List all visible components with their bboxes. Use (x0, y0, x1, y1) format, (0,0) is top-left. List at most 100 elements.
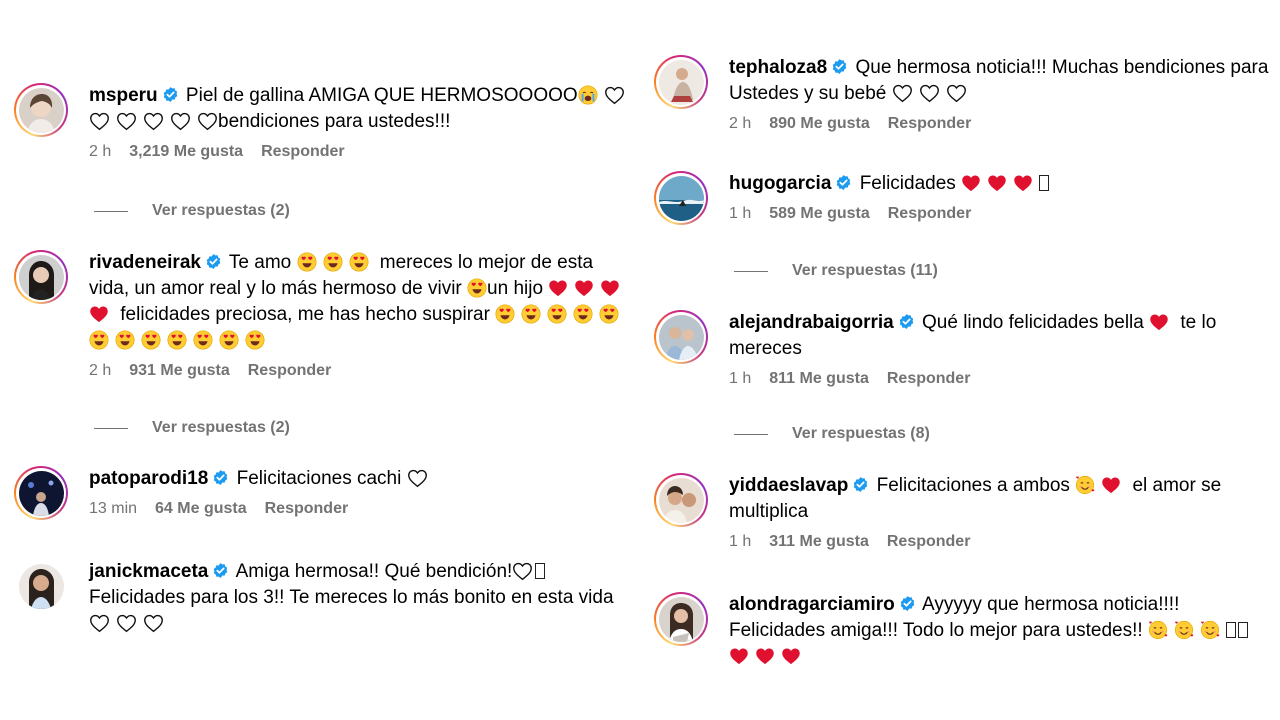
red-heart-icon (729, 646, 749, 666)
reply-button[interactable]: Responder (261, 143, 345, 161)
verified-badge-icon (852, 476, 869, 493)
username[interactable]: patoparodi18 (89, 468, 208, 489)
red-heart-icon (1149, 312, 1169, 332)
comment-text: Qué lindo felicidades bella (922, 312, 1144, 333)
heart-eyes-emoji-icon (349, 252, 369, 272)
username[interactable]: tephaloza8 (729, 57, 827, 78)
timestamp: 1 h (729, 533, 752, 550)
missing-glyph-icon (1225, 622, 1236, 638)
divider (94, 427, 128, 429)
verified-badge-icon (212, 562, 229, 579)
timestamp: 2 h (729, 115, 752, 132)
missing-glyph-icon (1039, 175, 1050, 191)
comment-text: un hijo (487, 278, 544, 299)
username[interactable]: hugogarcia (729, 173, 831, 194)
comment-meta: 2 h 3,219 Me gusta Responder (89, 143, 634, 161)
avatar-janickmaceta[interactable] (14, 559, 68, 613)
comment-text: Felicitaciones a ambos (876, 475, 1070, 496)
view-replies-button[interactable]: Ver respuestas (2) (94, 419, 290, 437)
avatar-yiddaeslavap[interactable] (654, 473, 708, 527)
heart-outline-icon (89, 111, 110, 131)
heart-outline-icon (407, 468, 428, 488)
divider (94, 210, 128, 212)
heart-eyes-emoji-icon (573, 304, 593, 324)
avatar-msperu[interactable] (14, 83, 68, 137)
heart-eyes-emoji-icon (245, 330, 265, 350)
avatar-alejandrabaigorria[interactable] (654, 310, 708, 364)
heart-outline-icon (946, 83, 967, 103)
avatar-image (658, 59, 704, 105)
view-replies-button[interactable]: Ver respuestas (11) (734, 262, 938, 280)
verified-badge-icon (835, 174, 852, 191)
red-heart-icon (548, 278, 568, 298)
heart-outline-icon (892, 83, 913, 103)
heart-eyes-emoji-icon (495, 304, 515, 324)
likes-count[interactable]: 890 Me gusta (769, 115, 869, 133)
username[interactable]: rivadeneirak (89, 252, 201, 273)
likes-count[interactable]: 811 Me gusta (769, 370, 869, 388)
heart-outline-icon (116, 111, 137, 131)
likes-count[interactable]: 311 Me gusta (769, 533, 869, 551)
avatar-image (18, 254, 64, 300)
comment-text: Te amo (228, 252, 292, 273)
heart-eyes-emoji-icon (115, 330, 135, 350)
likes-count[interactable]: 3,219 Me gusta (129, 143, 243, 161)
avatar-image (18, 470, 64, 516)
reply-button[interactable]: Responder (248, 362, 332, 380)
heart-outline-icon (143, 111, 164, 131)
verified-badge-icon (831, 58, 848, 75)
likes-count[interactable]: 589 Me gusta (769, 205, 869, 223)
avatar-rivadeneirak[interactable] (14, 250, 68, 304)
smiling-face-with-hearts-icon (1075, 475, 1095, 495)
red-heart-icon (987, 173, 1007, 193)
heart-eyes-emoji-icon (167, 330, 187, 350)
reply-button[interactable]: Responder (887, 533, 971, 551)
view-replies-label: Ver respuestas (2) (152, 202, 290, 219)
red-heart-icon (961, 173, 981, 193)
timestamp: 1 h (729, 370, 752, 387)
red-heart-icon (1013, 173, 1033, 193)
heart-eyes-emoji-icon (467, 278, 487, 298)
comment-text: Felicidades (859, 173, 956, 194)
red-heart-icon (89, 304, 109, 324)
username[interactable]: alondragarciamiro (729, 594, 895, 615)
heart-eyes-emoji-icon (141, 330, 161, 350)
username[interactable]: alejandrabaigorria (729, 312, 894, 333)
reply-button[interactable]: Responder (887, 370, 971, 388)
likes-count[interactable]: 64 Me gusta (155, 500, 247, 518)
timestamp: 2 h (89, 143, 112, 160)
heart-outline-icon (143, 613, 164, 633)
red-heart-icon (781, 646, 801, 666)
timestamp: 1 h (729, 205, 752, 222)
avatar-patoparodi18[interactable] (14, 466, 68, 520)
heart-outline-icon (919, 83, 940, 103)
username[interactable]: yiddaeslavap (729, 475, 848, 496)
username[interactable]: janickmaceta (89, 561, 208, 582)
heart-eyes-emoji-icon (193, 330, 213, 350)
reply-button[interactable]: Responder (265, 500, 349, 518)
comment-meta: 2 h 890 Me gusta Responder (729, 115, 1274, 133)
view-replies-button[interactable]: Ver respuestas (8) (734, 425, 930, 443)
reply-button[interactable]: Responder (888, 115, 972, 133)
avatar-image (18, 563, 64, 609)
avatar-alondragarciamiro[interactable] (654, 592, 708, 646)
view-replies-button[interactable]: Ver respuestas (2) (94, 202, 290, 220)
heart-outline-icon (170, 111, 191, 131)
likes-count[interactable]: 931 Me gusta (129, 362, 229, 380)
avatar-tephaloza8[interactable] (654, 55, 708, 109)
heart-eyes-emoji-icon (297, 252, 317, 272)
verified-badge-icon (898, 313, 915, 330)
avatar-image (18, 87, 64, 133)
verified-badge-icon (899, 595, 916, 612)
red-heart-icon (755, 646, 775, 666)
crying-emoji-icon (578, 85, 598, 105)
verified-badge-icon (162, 86, 179, 103)
heart-outline-icon (89, 613, 110, 633)
comment-text: felicidades preciosa, me has hecho suspi… (120, 304, 490, 325)
username[interactable]: msperu (89, 85, 158, 106)
comment-meta: 13 min 64 Me gusta Responder (89, 500, 634, 518)
heart-outline-icon (116, 613, 137, 633)
avatar-hugogarcia[interactable] (654, 171, 708, 225)
comment-text: bendiciones para ustedes!!! (218, 111, 451, 132)
reply-button[interactable]: Responder (888, 205, 972, 223)
